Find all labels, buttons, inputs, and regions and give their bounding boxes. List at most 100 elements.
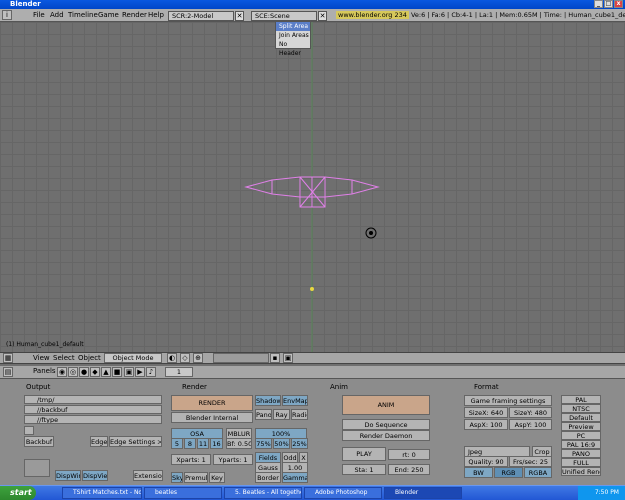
gamma-toggle[interactable]: Gamma — [282, 472, 308, 483]
close-button[interactable]: x — [614, 0, 623, 8]
edge-toggle[interactable]: Edge — [90, 436, 108, 447]
border-toggle[interactable]: Border — [255, 472, 281, 483]
sizex-field[interactable]: SizeX: 640 — [464, 407, 508, 418]
extensions-button[interactable]: Extensions — [133, 470, 163, 481]
menu-select[interactable]: Select — [53, 354, 75, 363]
3d-viewport[interactable]: (1) Human_cube1_default — [0, 22, 625, 352]
mode-selector[interactable]: Object Mode — [104, 353, 162, 363]
preset-pano[interactable]: PANO — [561, 449, 601, 458]
game-framing-button[interactable]: Game framing settings — [464, 395, 552, 406]
backbuf-toggle[interactable]: Backbuf — [24, 436, 54, 447]
start-button[interactable]: start — [0, 486, 36, 500]
maximize-button[interactable]: □ — [604, 0, 613, 8]
backbuf-path[interactable]: //backbuf — [24, 405, 162, 414]
task-beatles[interactable]: beatles — [144, 487, 222, 499]
scene-delete-button[interactable]: ✕ — [318, 11, 327, 21]
info-icon[interactable]: i — [2, 10, 12, 20]
quality-field[interactable]: Quality: 90 — [464, 456, 508, 467]
script-icon[interactable]: ◎ — [68, 367, 78, 377]
radio-toggle[interactable]: Radio — [291, 409, 308, 420]
preset-pc[interactable]: PC — [561, 431, 601, 440]
ray-toggle[interactable]: Ray — [273, 409, 290, 420]
anim-button[interactable]: ANIM — [342, 395, 430, 415]
output-path[interactable]: /tmp/ — [24, 395, 162, 404]
preset-ntsc[interactable]: NTSC — [561, 404, 601, 413]
task-notepad[interactable]: TShirt Matches.txt - Note... — [62, 487, 142, 499]
size-75[interactable]: 75% — [255, 438, 272, 449]
render-engine-selector[interactable]: Blender Internal — [171, 412, 253, 423]
shadow-toggle[interactable]: Shadow — [255, 395, 281, 406]
bf-field[interactable]: Bf: 0.50 — [226, 438, 252, 449]
shading-icon[interactable]: ● — [79, 367, 89, 377]
size-50[interactable]: 50% — [273, 438, 290, 449]
frame-counter[interactable]: 1 — [165, 367, 193, 377]
menu-game[interactable]: Game — [98, 11, 119, 20]
menu-help[interactable]: Help — [148, 11, 164, 20]
play-button[interactable]: PLAY — [342, 447, 386, 461]
editor-type-icon[interactable]: ▤ — [3, 367, 13, 377]
task-beatles-song[interactable]: 5. Beatles - All together n... — [224, 487, 302, 499]
rgb-toggle[interactable]: RGB — [494, 467, 523, 478]
render-daemon-toggle[interactable]: Render Daemon — [342, 430, 430, 441]
yparts-field[interactable]: Yparts: 1 — [213, 454, 253, 465]
lock-icon[interactable]: ▪ — [270, 353, 280, 363]
menu-file[interactable]: File — [33, 11, 45, 20]
object-icon[interactable]: ◆ — [90, 367, 100, 377]
dispwin-button[interactable]: DispWin — [55, 470, 81, 481]
premul-toggle[interactable]: Premul — [184, 472, 208, 483]
screen-selector[interactable]: SCR:2-Model — [168, 11, 234, 21]
osa-8[interactable]: 8 — [184, 438, 196, 449]
menu-view[interactable]: View — [33, 354, 50, 363]
osa-5[interactable]: 5 — [171, 438, 183, 449]
osa-16[interactable]: 16 — [210, 438, 223, 449]
ftype-path[interactable]: //ftype — [24, 415, 162, 424]
size-25[interactable]: 25% — [291, 438, 308, 449]
anim-panel-icon[interactable]: ▶ — [135, 367, 145, 377]
render-panel-icon[interactable]: ▣ — [124, 367, 134, 377]
preset-pal-16-9[interactable]: PAL 16:9 — [561, 440, 601, 449]
bw-toggle[interactable]: BW — [464, 467, 493, 478]
menu-split-area[interactable]: Split Area — [276, 22, 310, 31]
preset-default[interactable]: Default — [561, 413, 601, 422]
start-frame-field[interactable]: Sta: 1 — [342, 464, 386, 475]
end-frame-field[interactable]: End: 250 — [388, 464, 430, 475]
minimize-button[interactable]: _ — [594, 0, 603, 8]
osa-11[interactable]: 11 — [197, 438, 209, 449]
menu-no-header[interactable]: No Header — [276, 40, 310, 57]
preset-full[interactable]: FULL — [561, 458, 601, 467]
preset-pal[interactable]: PAL — [561, 395, 601, 404]
sizey-field[interactable]: SizeY: 480 — [509, 407, 552, 418]
draw-type-icon[interactable]: ◐ — [167, 353, 177, 363]
scene-icon[interactable]: ■ — [112, 367, 122, 377]
fps-field[interactable]: Frs/sec: 25 — [509, 456, 552, 467]
scene-selector[interactable]: SCE:Scene — [251, 11, 317, 21]
task-blender[interactable]: Blender — [384, 487, 462, 499]
menu-join-areas[interactable]: Join Areas — [276, 31, 310, 40]
render-icon[interactable]: ▣ — [283, 353, 293, 363]
key-toggle[interactable]: Key — [209, 472, 225, 483]
manipulator-icon[interactable]: ⊕ — [193, 353, 203, 363]
layer-buttons[interactable] — [213, 353, 269, 363]
pivot-icon[interactable]: ◇ — [180, 353, 190, 363]
output-toggle[interactable] — [24, 426, 34, 435]
task-photoshop[interactable]: Adobe Photoshop — [304, 487, 382, 499]
envmap-toggle[interactable]: EnvMap — [282, 395, 308, 406]
editing-icon[interactable]: ▲ — [101, 367, 111, 377]
unified-renderer-toggle[interactable]: Unified Rende — [561, 467, 601, 476]
render-button[interactable]: RENDER — [171, 395, 253, 411]
menu-render[interactable]: Render — [122, 11, 147, 20]
aspy-field[interactable]: AspY: 100 — [509, 419, 552, 430]
rt-field[interactable]: rt: 0 — [388, 449, 430, 460]
menu-object[interactable]: Object — [78, 354, 101, 363]
rgba-toggle[interactable]: RGBA — [524, 467, 552, 478]
do-sequence-toggle[interactable]: Do Sequence — [342, 419, 430, 430]
preset-preview[interactable]: Preview — [561, 422, 601, 431]
sound-panel-icon[interactable]: ♪ — [146, 367, 156, 377]
screen-delete-button[interactable]: ✕ — [235, 11, 244, 21]
blender-url[interactable]: www.blender.org 234 — [336, 11, 409, 19]
aspx-field[interactable]: AspX: 100 — [464, 419, 508, 430]
pano-toggle[interactable]: Pano — [255, 409, 272, 420]
menu-timeline[interactable]: Timeline — [68, 11, 98, 20]
menu-add[interactable]: Add — [50, 11, 64, 20]
edge-settings-button[interactable]: Edge Settings >> — [109, 436, 162, 447]
